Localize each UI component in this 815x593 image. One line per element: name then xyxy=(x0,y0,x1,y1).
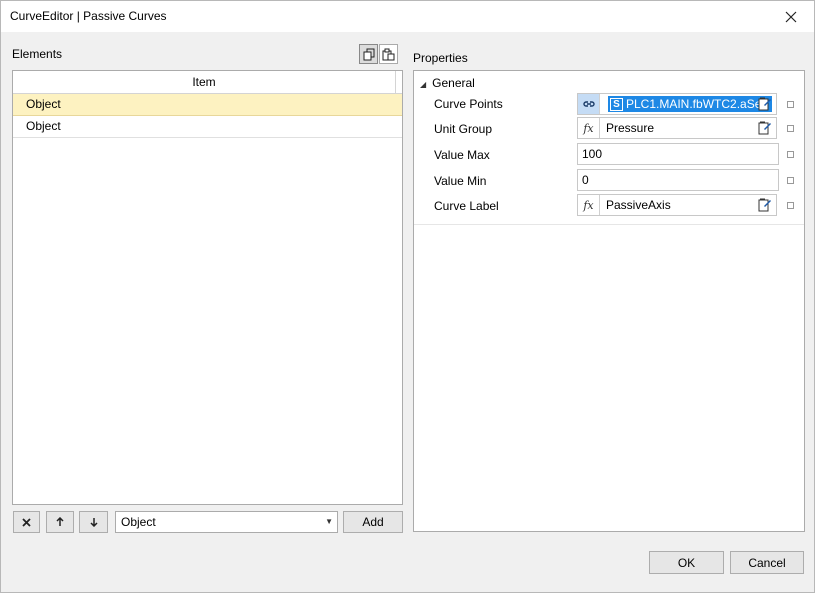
title-bar: CurveEditor | Passive Curves xyxy=(1,1,814,32)
element-type-value: Object xyxy=(121,515,156,529)
cancel-button[interactable]: Cancel xyxy=(730,551,804,574)
symbol-chip[interactable]: S PLC1.MAIN.fbWTC2.aSetI xyxy=(608,96,773,112)
edit-icon xyxy=(758,198,771,212)
symbol-badge: S xyxy=(610,97,623,111)
copy-button[interactable] xyxy=(359,44,378,64)
curve-label-checkbox[interactable] xyxy=(787,202,794,209)
prop-label-curve-label: Curve Label xyxy=(434,199,499,213)
edit-button[interactable] xyxy=(754,118,776,138)
unit-group-value: Pressure xyxy=(606,121,655,135)
move-up-button[interactable] xyxy=(46,511,74,533)
curve-points-field[interactable]: S PLC1.MAIN.fbWTC2.aSetI xyxy=(577,93,777,115)
edit-icon xyxy=(758,121,771,135)
arrow-down-icon xyxy=(89,518,98,527)
item-column-header[interactable]: Item xyxy=(13,71,396,93)
close-icon xyxy=(785,11,797,22)
element-type-select[interactable]: Object ▼ xyxy=(115,511,338,533)
unit-group-checkbox[interactable] xyxy=(787,125,794,132)
group-label: General xyxy=(432,76,475,90)
curve-label-value: PassiveAxis xyxy=(606,198,671,212)
elements-label: Elements xyxy=(12,47,63,61)
value-min-input[interactable]: 0 xyxy=(577,169,779,191)
function-icon[interactable]: fx xyxy=(578,118,600,138)
chevron-down-icon: ▼ xyxy=(325,517,333,526)
prop-label-value-min: Value Min xyxy=(434,174,487,188)
close-button[interactable] xyxy=(768,1,814,32)
collapse-triangle-icon: ◢ xyxy=(420,80,427,89)
edit-icon xyxy=(758,97,771,111)
link-icon[interactable] xyxy=(578,94,600,114)
curve-points-checkbox[interactable] xyxy=(787,101,794,108)
paste-icon xyxy=(382,48,395,60)
paste-button[interactable] xyxy=(379,44,398,64)
value-max-checkbox[interactable] xyxy=(787,151,794,158)
property-grid: ◢ General Curve Points S PLC1.MAIN.fbWTC2.… xyxy=(413,70,805,532)
copy-icon xyxy=(363,48,374,60)
divider xyxy=(414,224,804,225)
edit-button[interactable] xyxy=(754,195,776,215)
function-icon[interactable]: fx xyxy=(578,195,600,215)
x-icon xyxy=(22,517,31,527)
move-down-button[interactable] xyxy=(79,511,108,533)
add-button[interactable]: Add xyxy=(343,511,403,533)
delete-button[interactable] xyxy=(13,511,40,533)
prop-label-value-max: Value Max xyxy=(434,148,490,162)
prop-label-curve-points: Curve Points xyxy=(434,97,503,111)
group-general[interactable]: ◢ General xyxy=(420,74,475,92)
list-item[interactable]: Object xyxy=(13,94,402,116)
curve-editor-dialog: CurveEditor | Passive Curves Elements It… xyxy=(0,0,815,593)
value-max-input[interactable]: 100 xyxy=(577,143,779,165)
prop-label-unit-group: Unit Group xyxy=(434,122,493,136)
properties-label: Properties xyxy=(413,51,468,65)
edit-button[interactable] xyxy=(754,94,776,114)
elements-list[interactable]: Item Object Object xyxy=(12,70,403,505)
value-min-value: 0 xyxy=(582,173,589,187)
arrow-up-icon xyxy=(56,517,64,526)
curve-points-value: PLC1.MAIN.fbWTC2.aSetI xyxy=(626,97,769,111)
value-max-value: 100 xyxy=(582,147,603,161)
ok-button[interactable]: OK xyxy=(649,551,724,574)
window-title: CurveEditor | Passive Curves xyxy=(10,9,167,23)
list-header: Item xyxy=(13,71,402,94)
curve-label-field[interactable]: fx PassiveAxis xyxy=(577,194,777,216)
unit-group-field[interactable]: fx Pressure xyxy=(577,117,777,139)
value-min-checkbox[interactable] xyxy=(787,177,794,184)
list-item[interactable]: Object xyxy=(13,116,402,138)
